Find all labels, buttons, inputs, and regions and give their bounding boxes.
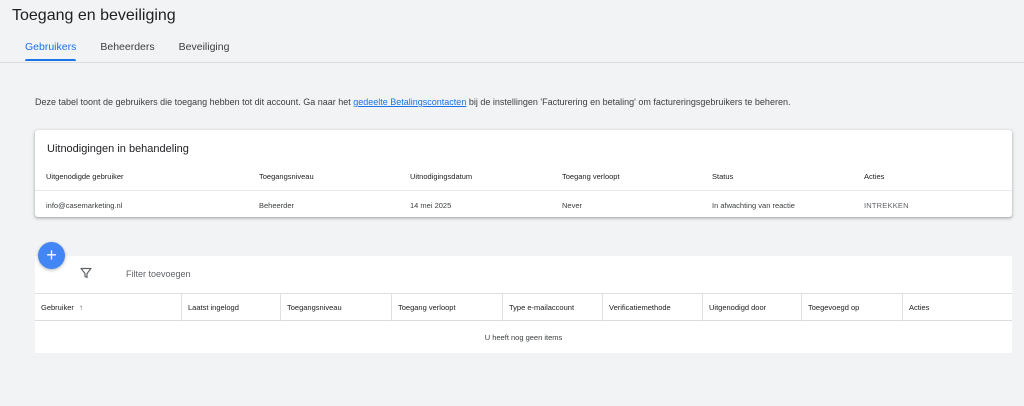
col-actions: Acties: [864, 172, 885, 181]
intro-text-before: Deze tabel toont de gebruikers die toega…: [35, 97, 354, 107]
revoke-button[interactable]: INTREKKEN: [864, 201, 909, 210]
col-verification-method[interactable]: Verificatiemethode: [602, 294, 702, 321]
col-access-expires[interactable]: Toegang verloopt: [391, 294, 502, 321]
col-added-on[interactable]: Toegevoegd op: [801, 294, 902, 321]
col-status: Status: [712, 172, 734, 181]
billing-contacts-link[interactable]: gedeelte Betalingscontacten: [353, 97, 466, 107]
col-access-level: Toegangsniveau: [259, 172, 314, 181]
users-table: Filter toevoegen Gebruiker ↑ Laatst ingel…: [35, 256, 1012, 353]
tab-beheerders[interactable]: Beheerders: [88, 38, 166, 64]
tab-beveiliging[interactable]: Beveiliging: [167, 38, 242, 64]
invited-user-email: info@casemarketing.nl: [46, 201, 123, 210]
sort-arrow-up-icon: ↑: [78, 303, 83, 312]
intro-text: Deze tabel toont de gebruikers die toega…: [35, 97, 790, 107]
tab-gebruikers[interactable]: Gebruikers: [13, 38, 88, 64]
filter-icon[interactable]: [80, 267, 92, 279]
add-user-button[interactable]: +: [38, 242, 65, 269]
col-email-type[interactable]: Type e-mailaccount: [502, 294, 602, 321]
col-actions[interactable]: Acties: [902, 294, 1012, 321]
access-level-value: Beheerder: [259, 201, 295, 210]
col-invited-user: Uitgenodigde gebruiker: [46, 172, 124, 181]
col-user[interactable]: Gebruiker ↑: [35, 294, 181, 321]
empty-state-message: U heeft nog geen items: [484, 333, 563, 342]
tab-divider: [0, 62, 1024, 63]
status-value: In afwachting van reactie: [712, 201, 795, 210]
col-invited-by[interactable]: Uitgenodigd door: [702, 294, 801, 321]
filter-input[interactable]: Filter toevoegen: [126, 269, 191, 279]
col-access-level[interactable]: Toegangsniveau: [280, 294, 391, 321]
access-expires-value: Never: [562, 201, 583, 210]
col-last-login[interactable]: Laatst ingelogd: [181, 294, 280, 321]
pending-invitations-card: Uitnodigingen in behandeling Uitgenodigd…: [35, 130, 1012, 217]
intro-text-after: bij de instellingen 'Facturering en beta…: [466, 97, 791, 107]
col-user-label: Gebruiker: [41, 303, 74, 312]
tab-bar: Gebruikers Beheerders Beveiliging: [0, 38, 241, 64]
invitations-divider: [35, 190, 1012, 191]
invitation-date-value: 14 mei 2025: [410, 201, 452, 210]
users-table-header: Gebruiker ↑ Laatst ingelogd Toegangsnivea…: [35, 293, 1012, 321]
col-access-expires: Toegang verloopt: [562, 172, 620, 181]
col-invitation-date: Uitnodigingsdatum: [410, 172, 473, 181]
pending-invitations-title: Uitnodigingen in behandeling: [47, 143, 189, 155]
page-title: Toegang en beveiliging: [12, 7, 176, 24]
